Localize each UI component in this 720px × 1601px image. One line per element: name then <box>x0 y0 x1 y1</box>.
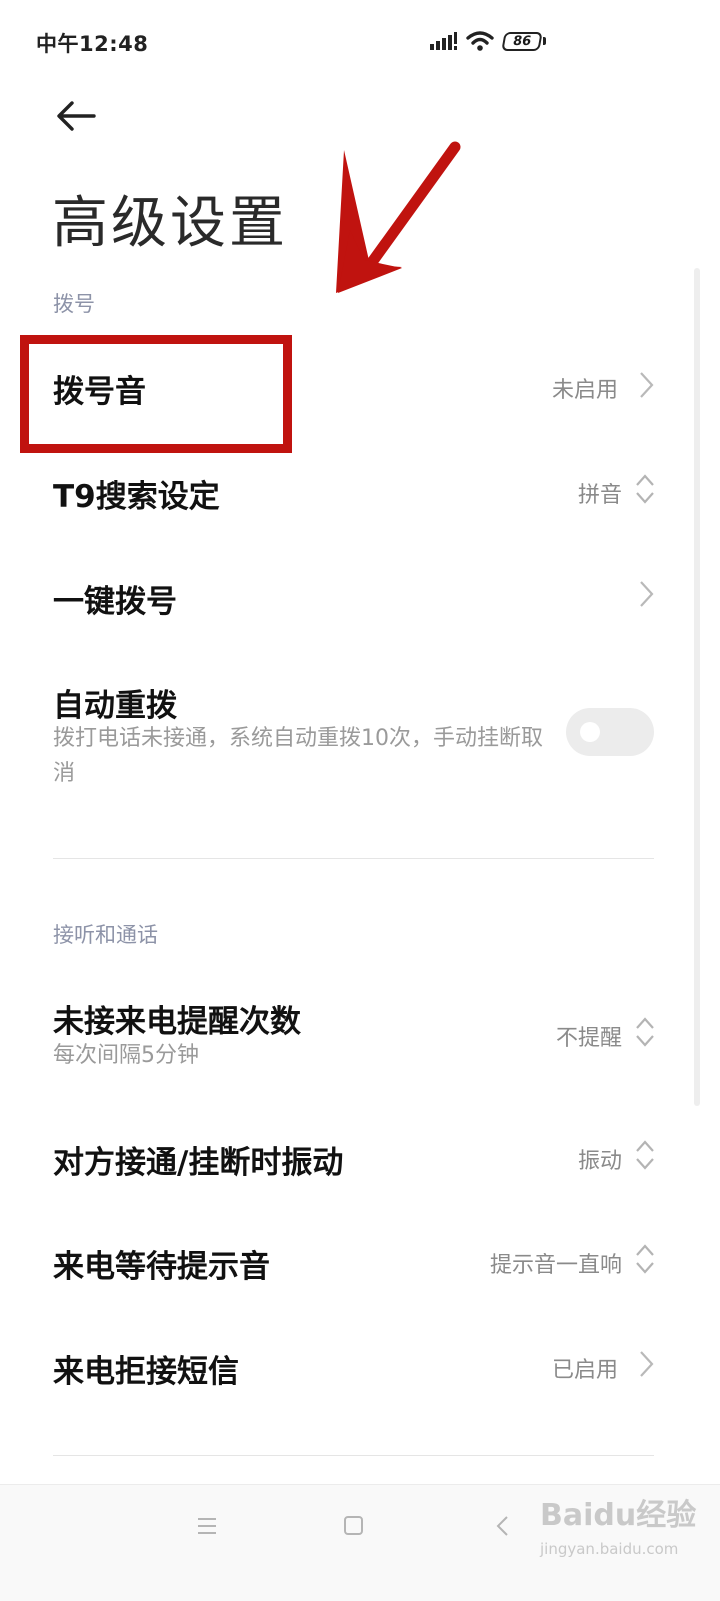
row-title-missed-call: 未接来电提醒次数 <box>53 1004 301 1040</box>
row-subtitle-auto-redial: 拨打电话未接通，系统自动重拨10次，手动挂断取消 <box>53 726 543 786</box>
row-title-reject-sms: 来电拒接短信 <box>53 1354 239 1390</box>
menu-icon[interactable] <box>196 1516 218 1536</box>
row-title-speed-dial: 一键拨号 <box>53 584 177 620</box>
scrollbar[interactable] <box>694 268 700 1106</box>
section-divider <box>53 858 654 859</box>
row-value-missed-call: 不提醒 <box>555 1026 622 1051</box>
wifi-icon <box>466 31 494 51</box>
auto-redial-toggle[interactable] <box>566 708 654 756</box>
annotation-arrow-icon <box>336 141 461 293</box>
row-value-reject-sms: 已启用 <box>551 1358 618 1383</box>
toggle-knob <box>580 722 600 742</box>
back-arrow-icon[interactable] <box>52 92 100 140</box>
row-title-t9: T9搜索设定 <box>53 479 220 515</box>
row-title-call-waiting: 来电等待提示音 <box>53 1249 270 1285</box>
watermark-logo: Baidu经验 <box>540 1498 697 1533</box>
section-divider <box>53 1455 654 1456</box>
battery-icon: 86 <box>501 32 543 51</box>
row-title-auto-redial: 自动重拨 <box>53 688 177 724</box>
section-header-dialing: 拨号 <box>53 292 95 316</box>
up-down-icon <box>636 474 654 504</box>
chevron-right-icon <box>640 1351 654 1377</box>
annotation-highlight-box <box>20 335 292 453</box>
row-value-t9: 拼音 <box>577 483 622 508</box>
page-title: 高级设置 <box>52 191 288 256</box>
battery-tip <box>543 37 546 45</box>
signal-icon <box>430 32 457 50</box>
home-icon[interactable] <box>343 1515 365 1537</box>
watermark-url: jingyan.baidu.com <box>540 1540 679 1558</box>
up-down-icon <box>636 1140 654 1170</box>
up-down-icon <box>636 1244 654 1274</box>
status-time: 中午12:48 <box>36 32 149 56</box>
row-subtitle-missed-call: 每次间隔5分钟 <box>53 1043 199 1068</box>
row-value-vibrate: 振动 <box>577 1149 622 1174</box>
section-header-calls: 接听和通话 <box>53 923 158 947</box>
chevron-right-icon <box>640 581 654 607</box>
back-icon[interactable] <box>493 1514 511 1538</box>
chevron-right-icon <box>640 372 654 398</box>
row-value-dial-tone: 未启用 <box>551 378 618 403</box>
row-title-vibrate: 对方接通/挂断时振动 <box>53 1145 344 1181</box>
up-down-icon <box>636 1017 654 1047</box>
row-value-call-waiting: 提示音一直响 <box>489 1253 622 1278</box>
